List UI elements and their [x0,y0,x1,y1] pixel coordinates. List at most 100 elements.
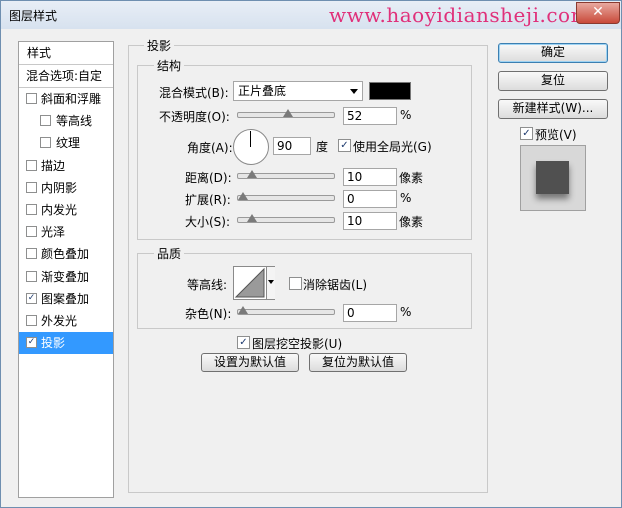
ok-button[interactable]: 确定 [498,43,608,63]
size-label: 大小(S): [185,215,231,229]
style-item-checkbox[interactable] [26,159,37,171]
close-button[interactable]: ✕ [576,2,620,24]
contour-preview-icon [234,267,265,298]
style-item-checkbox[interactable] [40,115,51,127]
chevron-down-icon [268,280,274,284]
blend-mode-select[interactable]: 正片叠底 [233,81,363,101]
watermark-text: www.haoyidiansheji.com [329,3,591,27]
style-item-checkbox[interactable] [26,181,37,193]
shadow-color-swatch[interactable] [369,82,411,100]
noise-input[interactable]: 0 [343,304,397,322]
angle-input[interactable]: 90 [273,137,311,155]
style-item[interactable]: ✓ 图案叠加 [19,288,113,310]
spread-slider[interactable] [237,192,335,201]
distance-label: 距离(D): [185,171,232,185]
distance-slider[interactable] [237,170,335,179]
knockout-label: 图层挖空投影(U) [252,337,343,351]
noise-slider-thumb[interactable] [238,306,248,315]
global-light-checkbox[interactable]: ✓ [338,139,351,152]
noise-slider[interactable] [237,306,335,315]
opacity-slider[interactable] [237,109,335,118]
style-item[interactable]: 光泽 [19,221,113,243]
angle-label: 角度(A): [187,141,233,155]
style-item-checkbox[interactable]: ✓ [26,337,37,349]
chevron-down-icon [350,89,358,94]
blend-mode-value: 正片叠底 [238,84,287,98]
preview-swatch [536,161,569,194]
reset-button[interactable]: 复位 [498,71,608,91]
blend-mode-label: 混合模式(B): [159,86,229,100]
style-list: 样式 混合选项:自定 斜面和浮雕 等高线 纹理 描边 内阴影 内发光 光泽 颜色叠加 渐变叠加 ✓… [18,41,114,498]
contour-label: 等高线: [187,278,228,292]
style-item[interactable]: 内发光 [19,199,113,221]
spread-slider-thumb[interactable] [238,192,248,201]
size-input[interactable]: 10 [343,212,397,230]
style-item[interactable]: 内阴影 [19,177,113,199]
structure-title: 结构 [154,57,185,74]
blend-options-label: 混合选项:自定 [26,69,103,83]
close-icon: ✕ [592,4,604,20]
new-style-button[interactable]: 新建样式(W)... [498,99,608,119]
style-item-checkbox[interactable] [26,93,37,104]
distance-unit: 像素 [399,171,424,185]
angle-dial-needle [250,131,251,147]
blend-options-item[interactable]: 混合选项:自定 [19,65,113,88]
noise-label: 杂色(N): [185,307,232,321]
style-item-label: 颜色叠加 [41,247,90,262]
style-item-checkbox[interactable] [26,226,37,238]
distance-input[interactable]: 10 [343,168,397,186]
angle-dial[interactable] [233,129,269,165]
size-unit: 像素 [399,215,424,229]
style-item[interactable]: ✓ 投影 [19,332,113,355]
style-item-label: 斜面和浮雕 [41,92,102,106]
style-item-label: 内发光 [41,203,78,217]
window-title: 图层样式 [9,9,58,23]
knockout-checkbox[interactable]: ✓ [237,336,250,349]
style-item-label: 光泽 [41,225,66,240]
title-bar[interactable]: 图层样式 www.haoyidiansheji.com ✕ [1,1,621,29]
style-item-label: 等高线 [56,114,93,129]
style-item-label: 描边 [41,158,66,173]
make-default-button[interactable]: 设置为默认值 [201,353,299,372]
style-item-checkbox[interactable] [40,137,51,149]
style-item-checkbox[interactable] [26,248,37,260]
style-list-header-label: 样式 [27,46,52,60]
style-item-label: 投影 [41,336,66,351]
contour-picker[interactable] [233,266,275,300]
spread-unit: % [400,191,412,205]
style-item-checkbox[interactable] [26,315,37,326]
anti-alias-label: 消除锯齿(L) [303,278,368,292]
reset-default-button[interactable]: 复位为默认值 [309,353,407,372]
opacity-unit: % [400,108,412,122]
contour-dropdown[interactable] [266,267,275,299]
preview-checkbox[interactable]: ✓ [520,127,533,140]
style-list-header[interactable]: 样式 [19,42,113,65]
style-item-checkbox[interactable] [26,270,37,282]
quality-title: 品质 [154,245,185,262]
anti-alias-checkbox[interactable] [289,277,302,290]
style-item[interactable]: 描边 [19,155,113,177]
distance-slider-thumb[interactable] [247,170,257,179]
style-item[interactable]: 等高线 [19,110,113,132]
style-item-label: 外发光 [41,314,78,328]
spread-input[interactable]: 0 [343,190,397,208]
opacity-slider-thumb[interactable] [283,109,293,118]
size-slider-thumb[interactable] [247,214,257,223]
preview-label: 预览(V) [535,128,577,142]
style-item-checkbox[interactable]: ✓ [26,292,37,304]
size-slider[interactable] [237,214,335,223]
style-item[interactable]: 斜面和浮雕 [19,88,113,110]
layer-style-dialog: 图层样式 www.haoyidiansheji.com ✕ 样式 混合选项:自定… [0,0,622,508]
style-item[interactable]: 外发光 [19,310,113,332]
style-item-label: 内阴影 [41,180,78,195]
style-item[interactable]: 纹理 [19,132,113,154]
preview-thumbnail [520,145,586,211]
style-item-checkbox[interactable] [26,204,37,215]
style-item-label: 图案叠加 [41,291,90,306]
opacity-input[interactable]: 52 [343,107,397,125]
style-item[interactable]: 颜色叠加 [19,243,113,265]
opacity-label: 不透明度(O): [159,110,230,124]
style-item[interactable]: 渐变叠加 [19,266,113,288]
spread-label: 扩展(R): [185,193,231,207]
angle-unit: 度 [316,140,329,154]
